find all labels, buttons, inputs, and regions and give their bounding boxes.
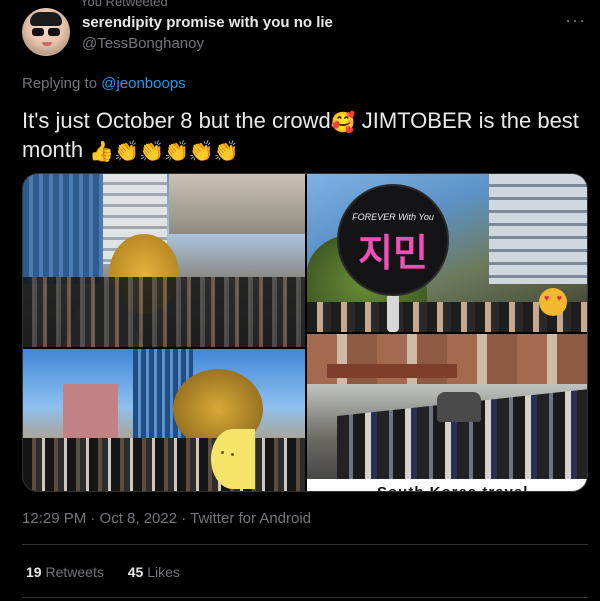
media-photo-2[interactable]: FOREVER With You 지민: [307, 174, 587, 332]
fan-top-text: FOREVER With You: [352, 212, 434, 222]
likes-count: 45: [127, 564, 144, 580]
fan-name-text: 지민: [358, 233, 428, 275]
tweet-text: It's just October 8 but the crowd🥰 JIMTO…: [22, 106, 582, 164]
photo-caption: South Korea travel: [307, 479, 587, 491]
divider: [22, 597, 588, 598]
thumbs-clap-emoji-icon: 👍👏👏👏👏👏: [89, 141, 239, 163]
likes-stat[interactable]: 45 Likes: [128, 564, 180, 580]
author-handle[interactable]: @TessBonghanoy: [82, 35, 204, 52]
divider: [22, 544, 588, 545]
avatar-mouth: [42, 42, 52, 46]
reply-mention-link[interactable]: @jeonboops: [101, 75, 185, 92]
heart-eyes-sticker-icon: [539, 288, 567, 316]
media-photo-1[interactable]: [23, 174, 305, 347]
fan-handle: [387, 292, 399, 332]
photo-caption-text: South Korea travel: [377, 484, 528, 491]
tweet-stats: 19 Retweets 45 Likes: [26, 564, 200, 580]
replying-to: Replying to @jeonboops: [22, 75, 186, 92]
avatar-sunglasses: [32, 28, 60, 36]
tweet-text-part1: It's just October 8 but the crowd: [22, 108, 331, 133]
replying-to-label: Replying to: [22, 75, 98, 92]
author-display-name[interactable]: serendipity promise with you no lie: [82, 14, 333, 31]
smiling-hearts-emoji-icon: 🥰: [330, 112, 356, 134]
more-options-icon[interactable]: ···: [565, 10, 586, 31]
media-grid: FOREVER With You 지민 South Korea travel: [22, 173, 588, 492]
avatar-cap: [30, 12, 62, 26]
moon-sticker-icon: [211, 429, 255, 489]
tweet-timestamp[interactable]: 12:29 PM · Oct 8, 2022 · Twitter for And…: [22, 510, 311, 527]
media-photo-3[interactable]: [23, 349, 305, 491]
avatar[interactable]: [22, 8, 70, 56]
media-photo-4[interactable]: South Korea travel: [307, 334, 587, 491]
retweets-stat[interactable]: 19 Retweets: [26, 564, 104, 580]
retweets-count: 19: [26, 564, 42, 580]
retweets-label: Retweets: [45, 564, 104, 580]
likes-label: Likes: [147, 564, 180, 580]
fan-sign: FOREVER With You 지민: [337, 184, 449, 296]
retweet-hint: You Retweeted: [80, 0, 168, 9]
